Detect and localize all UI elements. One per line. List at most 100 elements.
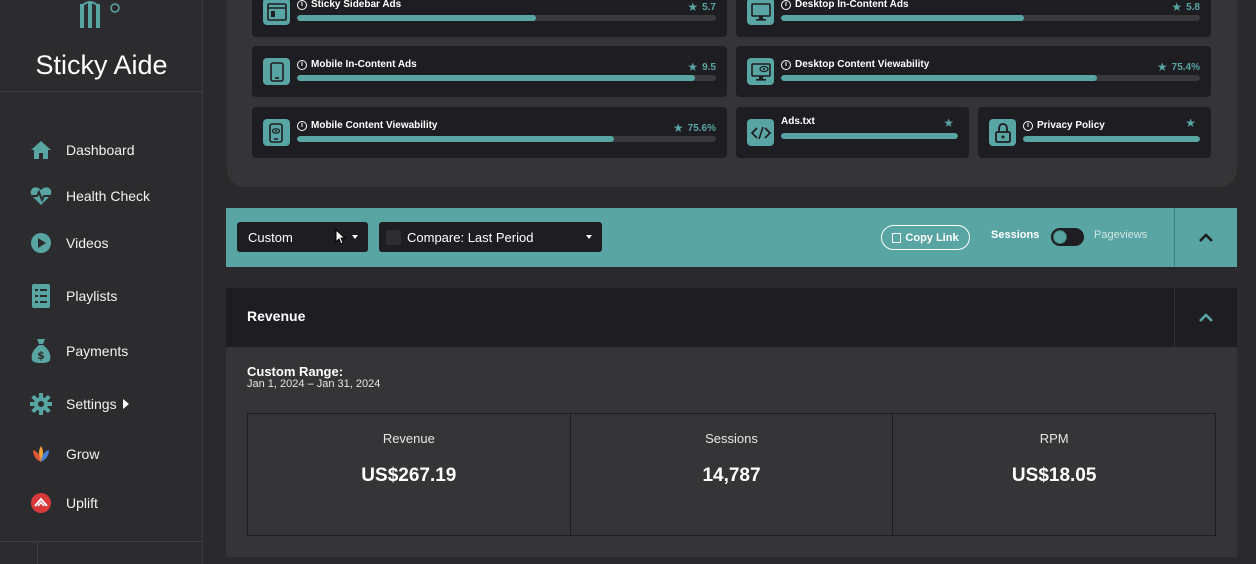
chevron-up-icon (1199, 312, 1213, 322)
revenue-section-body: Custom Range: Jan 1, 2024 – Jan 31, 2024… (226, 347, 1237, 557)
score-bar-fill (1023, 136, 1200, 142)
sidebar-item-settings[interactable]: Settings (30, 391, 129, 417)
gear-icon (30, 393, 52, 415)
mouse-cursor-icon (335, 229, 346, 245)
score-value: 75.6% (687, 122, 716, 134)
score-bar (297, 15, 716, 21)
playlist-icon (30, 284, 52, 308)
dropdown-arrow-icon (352, 235, 358, 239)
svg-text:$: $ (37, 349, 45, 362)
info-icon[interactable]: i (1023, 120, 1033, 131)
brand-name: Sticky Aide (35, 50, 168, 80)
score-bar-fill (781, 75, 1097, 81)
score-bar (297, 75, 716, 81)
revenue-section-title: Revenue (247, 308, 306, 324)
score-card-privacy-policy[interactable]: i Privacy Policy ★ (978, 107, 1211, 158)
sidebar-item-label: Health Check (66, 188, 151, 204)
score-card-name: Mobile Content Viewability (311, 120, 438, 131)
sidebar-item-label: Settings (66, 396, 117, 412)
sidebar-item-health-check[interactable]: Health Check (30, 183, 150, 209)
sticky-aide-logo-icon (80, 1, 120, 28)
sidebar-item-uplift[interactable]: Uplift (30, 490, 98, 516)
sidebar-item-label: Payments (66, 343, 129, 359)
score-bar (297, 136, 716, 142)
code-icon (747, 119, 774, 146)
star-icon: ★ (1185, 116, 1196, 130)
compare-color-swatch (386, 229, 401, 245)
info-icon[interactable]: i (781, 0, 791, 10)
toggle-label-pageviews: Pageviews (1094, 229, 1148, 241)
metric-label: RPM (1039, 431, 1069, 446)
sidebar-item-label: Playlists (66, 288, 118, 304)
toolbar-collapse-button[interactable] (1175, 208, 1237, 267)
heartbeat-icon (30, 185, 52, 207)
toggle-label-sessions: Sessions (991, 229, 1040, 241)
star-icon: ★ (672, 121, 684, 135)
sidebar-item-dashboard[interactable]: Dashboard (30, 137, 135, 163)
desktop-eye-icon (747, 58, 774, 85)
score-bar-fill (297, 75, 696, 81)
score-card-ads-txt[interactable]: Ads.txt ★ (736, 107, 969, 158)
star-icon: ★ (1156, 60, 1168, 74)
mobile-eye-icon (263, 119, 290, 146)
sidebar-bottom-divider (0, 541, 203, 542)
money-bag-icon: $ (30, 339, 52, 363)
score-bar (781, 133, 958, 139)
score-card-mobile-in-content-ads[interactable]: i Mobile In-Content Ads ★ 9.5 (252, 46, 727, 97)
score-bar (781, 75, 1200, 81)
score-value: 5.8 (1186, 1, 1200, 13)
sidebar-item-label: Uplift (66, 495, 98, 511)
dropdown-arrow-icon (586, 235, 592, 239)
metric-value: US$18.05 (1011, 465, 1097, 486)
ad-health-scores-panel: i Sticky Sidebar Ads ★ 5.7 i Desktop In-Con… (227, 0, 1237, 187)
metrics-grid: Revenue US$267.19 Sessions 14,787 RPM US… (247, 413, 1216, 536)
metric-label: Sessions (705, 431, 758, 446)
score-card-sticky-sidebar-ads[interactable]: i Sticky Sidebar Ads ★ 5.7 (252, 0, 727, 37)
score-bar (781, 15, 1200, 21)
revenue-collapse-button[interactable] (1175, 288, 1237, 347)
score-card-desktop-content-viewability[interactable]: i Desktop Content Viewability ★ 75.4% (736, 46, 1211, 97)
score-card-desktop-in-content-ads[interactable]: i Desktop In-Content Ads ★ 5.8 (736, 0, 1211, 37)
copy-icon (892, 232, 902, 243)
play-icon (30, 232, 52, 254)
chevron-up-icon (1199, 232, 1213, 242)
info-icon[interactable]: i (297, 0, 307, 10)
sessions-pageviews-toggle[interactable] (1051, 228, 1084, 246)
filter-toolbar: Custom Compare: Last Period Copy Link Se… (226, 208, 1237, 267)
compare-select[interactable]: Compare: Last Period (379, 222, 602, 252)
score-card-mobile-content-viewability[interactable]: i Mobile Content Viewability ★ 75.6% (252, 107, 727, 158)
date-range-value: Custom (248, 229, 293, 245)
score-bar-fill (781, 133, 958, 139)
sidebar-item-label: Grow (66, 446, 100, 462)
info-icon[interactable]: i (297, 59, 307, 70)
sidebar-item-videos[interactable]: Videos (30, 230, 109, 256)
sidebar-bottom-tick (37, 541, 38, 564)
mobile-icon (263, 58, 290, 85)
score-card-name: Privacy Policy (1037, 120, 1105, 131)
metric-rpm: RPM US$18.05 (893, 414, 1215, 535)
grow-logo-icon (30, 443, 52, 465)
revenue-section-header: Revenue (226, 288, 1237, 347)
sidebar-item-label: Dashboard (66, 142, 135, 158)
star-icon: ★ (687, 60, 699, 74)
sidebar-item-grow[interactable]: Grow (30, 441, 99, 467)
date-range-select[interactable]: Custom (237, 222, 368, 252)
info-icon[interactable]: i (781, 59, 791, 70)
sidebar: Sticky Aide Dashboard Health Check Video… (0, 0, 203, 564)
sidebar-layout-icon (263, 0, 290, 25)
range-dates: Jan 1, 2024 – Jan 31, 2024 (247, 378, 381, 390)
caret-right-icon (122, 399, 129, 409)
toggle-knob (1053, 230, 1067, 244)
uplift-logo-icon (30, 492, 52, 514)
info-icon[interactable]: i (297, 120, 307, 131)
sidebar-item-playlists[interactable]: Playlists (30, 283, 117, 309)
score-bar-fill (781, 15, 1025, 21)
score-card-name: Ads.txt (781, 116, 815, 127)
sidebar-item-payments[interactable]: $ Payments (30, 338, 128, 364)
score-bar-fill (297, 136, 614, 142)
score-card-name: Sticky Sidebar Ads (311, 0, 402, 10)
copy-link-button[interactable]: Copy Link (881, 225, 970, 250)
score-card-name: Desktop Content Viewability (795, 59, 930, 70)
metric-label: Revenue (382, 431, 435, 446)
home-icon (30, 139, 52, 161)
